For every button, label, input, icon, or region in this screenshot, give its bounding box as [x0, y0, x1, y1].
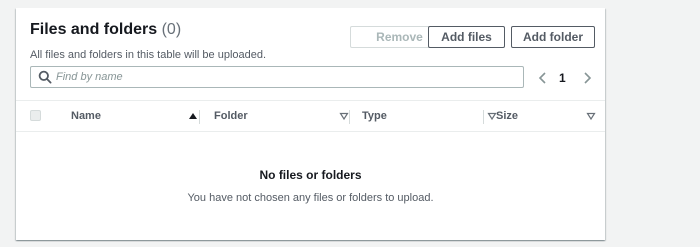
panel-title: Files and folders (0)	[30, 21, 181, 39]
column-label-name: Name	[71, 110, 101, 122]
sort-icon	[339, 112, 349, 121]
search-input[interactable]	[56, 67, 516, 87]
add-folder-button[interactable]: Add folder	[511, 26, 595, 48]
panel-header: Files and folders (0) All files and fold…	[30, 20, 595, 70]
column-divider[interactable]	[199, 110, 200, 124]
column-header-type[interactable]: Type	[362, 101, 497, 131]
empty-state-text: You have not chosen any files or folders…	[187, 192, 434, 204]
select-all-checkbox[interactable]	[30, 110, 41, 121]
pagination: 1	[536, 68, 596, 88]
column-label-size: Size	[496, 110, 519, 122]
panel-description: All files and folders in this table will…	[30, 49, 267, 61]
item-count: (0)	[161, 21, 182, 38]
search-icon	[38, 70, 52, 84]
chevron-left-icon[interactable]	[536, 70, 550, 86]
sort-ascending-icon	[189, 113, 197, 119]
column-label-folder: Folder	[214, 110, 248, 122]
panel-title-text: Files and folders	[30, 21, 158, 38]
current-page-number[interactable]: 1	[559, 71, 566, 85]
empty-state-title: No files or folders	[259, 168, 362, 182]
add-files-button[interactable]: Add files	[428, 26, 505, 48]
column-label-type: Type	[362, 110, 387, 122]
column-header-folder[interactable]: Folder	[214, 101, 349, 131]
column-divider[interactable]	[483, 110, 484, 124]
search-box[interactable]	[30, 66, 524, 88]
empty-state: No files or folders You have not chosen …	[16, 168, 605, 204]
column-header-name[interactable]: Name	[71, 101, 198, 131]
chevron-right-icon[interactable]	[580, 70, 594, 86]
column-header-size[interactable]: Size	[496, 101, 596, 131]
sort-icon	[586, 112, 596, 121]
table-header: Name Folder Type Size	[16, 100, 605, 132]
files-and-folders-panel: Files and folders (0) All files and fold…	[16, 8, 605, 240]
column-divider[interactable]	[349, 110, 350, 124]
